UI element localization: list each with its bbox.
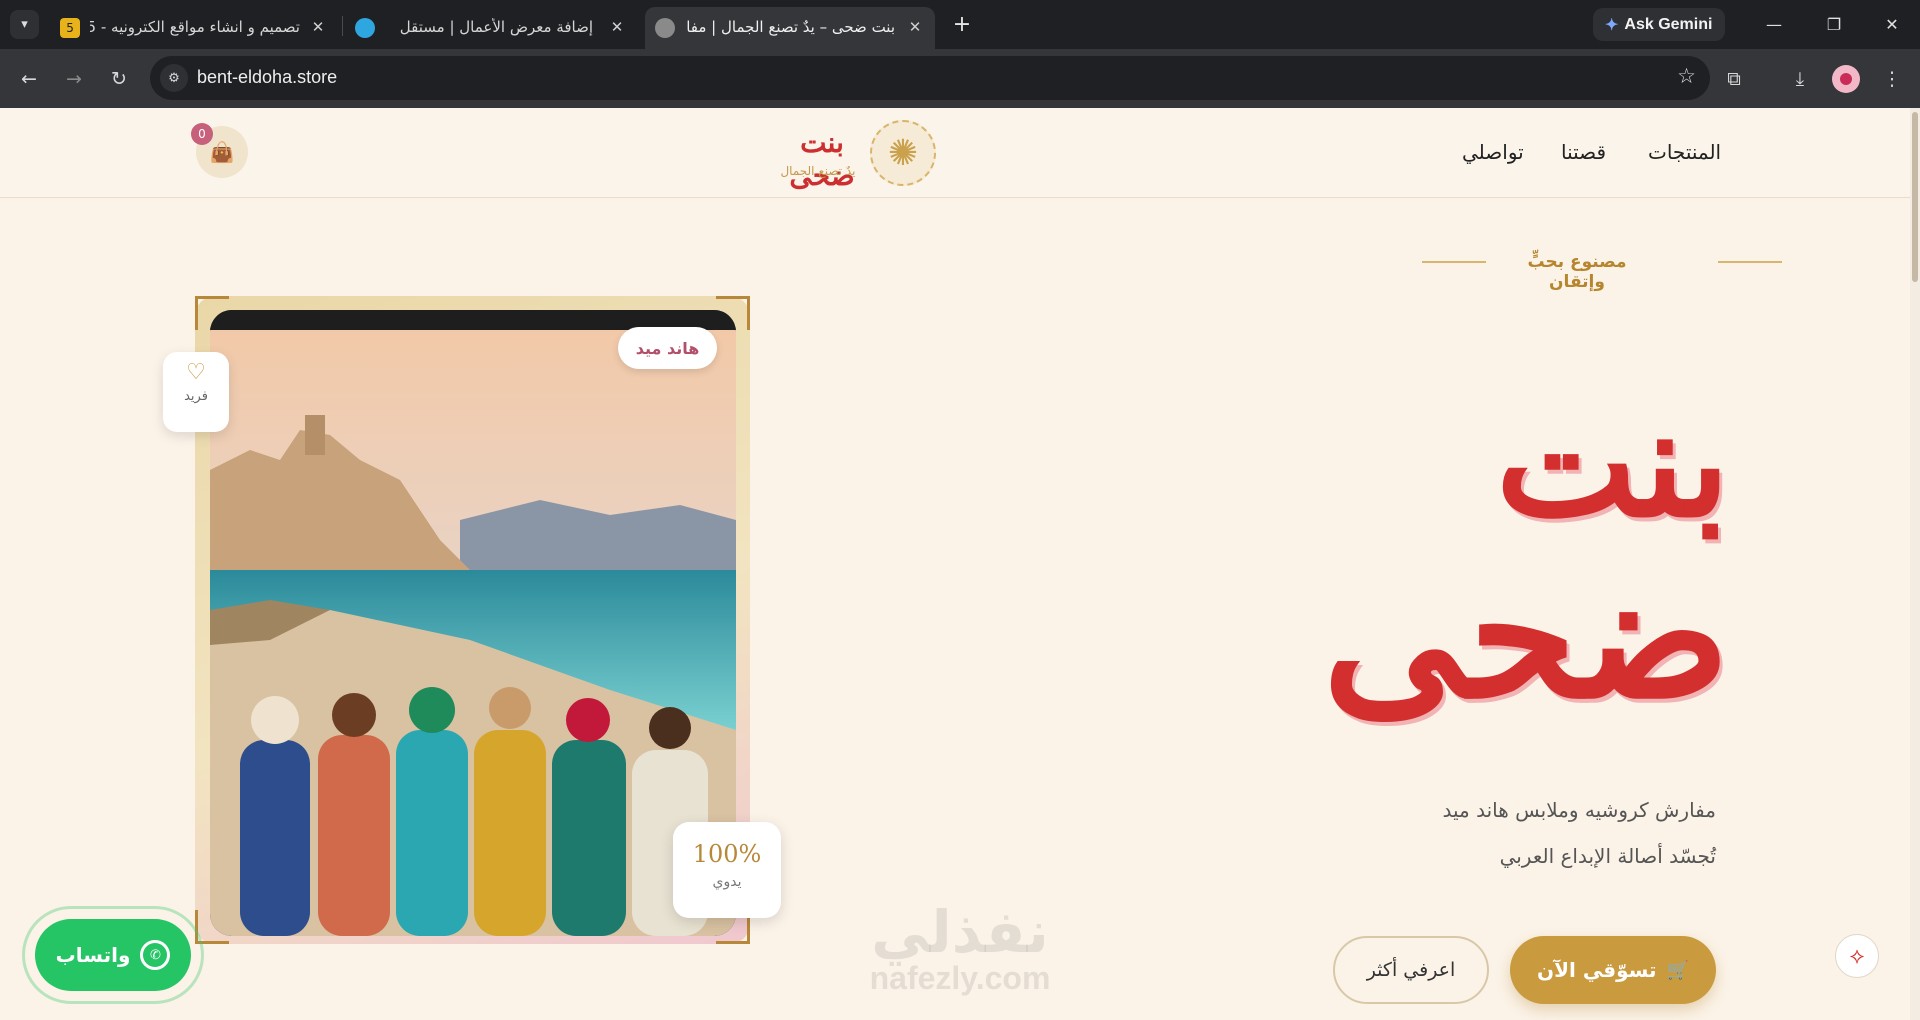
browser-tab-bar: ▾ 5 تصميم و انشاء مواقع الكترونيه - 5 ✕ … (0, 0, 1920, 49)
hero-subtitle-line-1: مفارش كروشيه وملابس هاند ميد (1442, 798, 1716, 822)
tab-title: تصميم و انشاء مواقع الكترونيه - 5 (90, 18, 300, 36)
hero-photo (210, 310, 736, 936)
tab-2[interactable]: إضافة معرض الأعمال | مستقل ✕ (355, 7, 633, 49)
browser-toolbar: ← → ↻ ⚙ bent-eldoha.store ☆ ⧉ ⤓ ⋮ (0, 49, 1920, 108)
nav-products[interactable]: المنتجات (1648, 140, 1721, 164)
download-icon[interactable]: ⤓ (1786, 65, 1814, 93)
handmade-percent-badge: 100% يدوي (673, 822, 781, 918)
close-icon[interactable]: ✕ (308, 17, 328, 37)
url-text[interactable]: bent-eldoha.store (197, 67, 337, 88)
scrollbar-thumb[interactable] (1912, 112, 1918, 282)
site-settings-icon[interactable]: ⚙ (160, 64, 188, 92)
eyebrow-text: مصنوع بحبٍّ وإتقان (1527, 252, 1627, 292)
gemini-sparkle-icon: ✦ (1605, 16, 1619, 34)
sun-star-icon: ✺ (887, 132, 919, 174)
bookmark-star-icon[interactable]: ☆ (1677, 64, 1696, 88)
reload-icon[interactable]: ↻ (105, 65, 133, 93)
tab-title: إضافة معرض الأعمال | مستقل (399, 18, 593, 36)
tab-3-active[interactable]: بنت ضحى – يدٌ تصنع الجمال | مفا ✕ (645, 7, 935, 49)
tab-title: بنت ضحى – يدٌ تصنع الجمال | مفا (686, 18, 895, 36)
web-page: المنتجات قصتنا تواصلي ✺ بنت ضحى يدٌ تصنع… (0, 108, 1920, 1020)
hero-title-line-1: بنت (1495, 375, 1730, 551)
minimize-icon[interactable]: — (1762, 12, 1786, 36)
ask-gemini-button[interactable]: ✦ Ask Gemini (1593, 8, 1725, 41)
hero-title: بنت ضحى (1323, 375, 1730, 848)
learn-more-button[interactable]: اعرفي أكثر (1333, 936, 1489, 1004)
restore-icon[interactable]: ❐ (1822, 12, 1846, 36)
hero-subtitle-line-2: تُجسّد أصالة الإبداع العربي (1499, 844, 1716, 868)
whatsapp-label: واتساب (55, 943, 131, 967)
profile-avatar[interactable] (1832, 65, 1860, 93)
whatsapp-icon: ✆ (140, 940, 171, 970)
extensions-icon[interactable]: ⧉ (1720, 65, 1748, 93)
percent-value: 100% (692, 840, 762, 868)
handmade-badge: هاند ميد (618, 327, 717, 369)
mostaql-favicon-icon (355, 18, 375, 38)
heart-icon: ♡ (186, 360, 206, 385)
tab-separator (342, 16, 343, 36)
site-header: المنتجات قصتنا تواصلي ✺ بنت ضحى يدٌ تصنع… (0, 108, 1920, 198)
tab-1[interactable]: 5 تصميم و انشاء مواقع الكترونيه - 5 ✕ (52, 7, 328, 49)
watermark-latin: nafezly.com (869, 960, 1051, 996)
tab-list-button[interactable]: ▾ (10, 10, 39, 39)
unique-label: فريد (184, 389, 208, 404)
cart-count-badge: 0 (191, 123, 213, 145)
chevron-down-icon: ▾ (21, 17, 28, 32)
close-window-icon[interactable]: ✕ (1880, 12, 1904, 36)
more-menu-icon[interactable]: ⋮ (1878, 65, 1906, 93)
divider-line (1718, 261, 1782, 263)
tab-favicon: 5 (60, 18, 80, 38)
close-icon[interactable]: ✕ (905, 17, 925, 37)
logo-emblem[interactable]: ✺ (870, 120, 936, 186)
nav-our-story[interactable]: قصتنا (1561, 140, 1606, 164)
hero-title-line-2: ضحى (1322, 533, 1730, 738)
shop-now-label: تسوّقي الآن (1537, 958, 1657, 982)
logo-name[interactable]: بنت ضحى (772, 126, 872, 192)
whatsapp-button[interactable]: ✆ واتساب (35, 919, 191, 991)
watermark-arabic: نفذلي (871, 898, 1049, 966)
hero-eyebrow: مصنوع بحبٍّ وإتقان (1422, 248, 1782, 292)
pdf-acrobat-icon[interactable]: ⟡ (1835, 934, 1879, 978)
shop-now-button[interactable]: 🛒 تسوّقي الآن (1510, 936, 1716, 1004)
unique-badge: ♡ فريد (163, 352, 229, 432)
manual-label: يدوي (712, 874, 742, 890)
shopping-bag-icon: 👜 (209, 140, 235, 164)
close-icon[interactable]: ✕ (607, 17, 627, 37)
cart-icon: 🛒 (1666, 959, 1689, 981)
address-bar[interactable]: ⚙ bent-eldoha.store ☆ (150, 56, 1710, 100)
nav-contact[interactable]: تواصلي (1462, 140, 1524, 164)
back-arrow-icon[interactable]: ← (15, 65, 43, 93)
hero-photo-illustration (210, 310, 736, 936)
divider-line (1422, 261, 1486, 263)
logo-tagline: يدٌ تصنع الجمال (780, 164, 856, 178)
watermark: نفذلي nafezly.com (850, 898, 1070, 997)
new-tab-button[interactable]: + (950, 12, 974, 37)
ask-gemini-label: Ask Gemini (1624, 15, 1713, 33)
globe-icon (655, 18, 675, 38)
forward-arrow-icon[interactable]: → (60, 65, 88, 93)
